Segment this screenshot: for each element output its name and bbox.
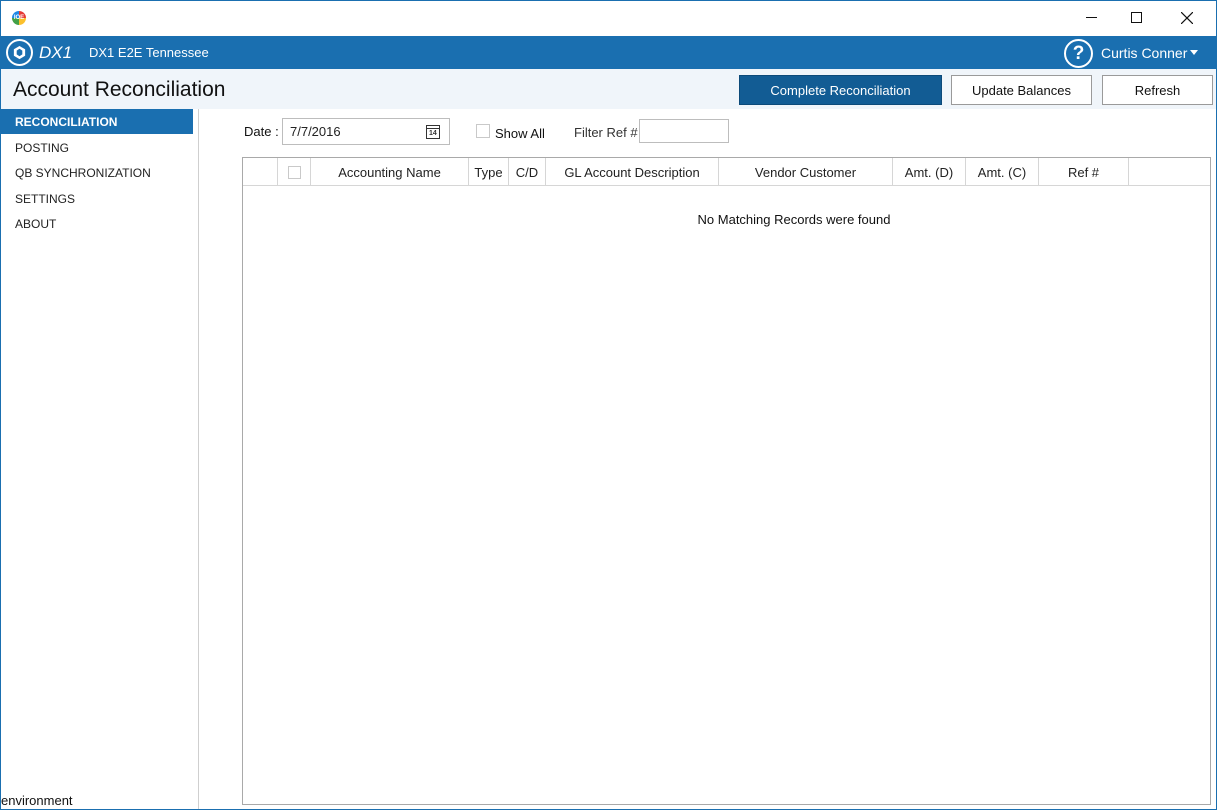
page-title: Account Reconciliation: [13, 78, 226, 101]
grid-column-select: [278, 158, 311, 186]
maximize-button[interactable]: [1113, 1, 1159, 34]
grid-column-header[interactable]: Accounting Name: [311, 158, 469, 186]
app-logo-text: DX1: [39, 43, 73, 62]
app-icon: IOE: [12, 11, 26, 25]
grid-column-header[interactable]: C/D: [509, 158, 546, 186]
grid-column-header[interactable]: Type: [469, 158, 509, 186]
maximize-icon: [1130, 12, 1142, 23]
help-icon[interactable]: ?: [1064, 39, 1093, 68]
dx1-logo-icon: [6, 39, 33, 66]
complete-reconciliation-button[interactable]: Complete Reconciliation: [739, 75, 942, 105]
title-bar: IOE: [1, 1, 1216, 36]
environment-footer: environment: [1, 793, 73, 808]
minimize-button[interactable]: [1068, 1, 1114, 34]
grid-column-header[interactable]: Vendor Customer: [719, 158, 893, 186]
date-picker-input[interactable]: 7/7/2016: [282, 118, 450, 145]
show-all-checkbox[interactable]: [476, 124, 490, 138]
app-window: IOE DX1 DX1 E2E Tennessee ? Curtis Conne…: [0, 0, 1217, 810]
calendar-icon[interactable]: 14: [426, 125, 440, 139]
reconciliation-grid: Accounting Name Type C/D GL Account Desc…: [242, 157, 1211, 805]
filter-ref-input[interactable]: [639, 119, 729, 143]
grid-column-indicator: [243, 158, 278, 186]
help-symbol: ?: [1072, 42, 1085, 64]
show-all-label[interactable]: Show All: [495, 126, 545, 141]
app-header: DX1 DX1 E2E Tennessee ? Curtis Conner: [1, 36, 1216, 69]
grid-column-header[interactable]: Amt. (D): [893, 158, 966, 186]
grid-column-header[interactable]: Ref #: [1039, 158, 1129, 186]
empty-state-message: No Matching Records were found: [697, 212, 891, 227]
sidebar-item-reconciliation[interactable]: RECONCILIATION: [1, 109, 193, 134]
date-label: Date :: [244, 124, 279, 139]
sidebar: RECONCILIATION POSTING QB SYNCHRONIZATIO…: [1, 109, 199, 809]
grid-column-header[interactable]: Amt. (C): [966, 158, 1039, 186]
app-icon-text: IOE: [13, 15, 25, 21]
grid-header: Accounting Name Type C/D GL Account Desc…: [243, 158, 1210, 186]
chevron-down-icon[interactable]: [1190, 50, 1198, 55]
sidebar-item-qb-synchronization[interactable]: QB SYNCHRONIZATION: [1, 160, 193, 185]
sidebar-item-about[interactable]: ABOUT: [1, 211, 193, 236]
environment-title: DX1 E2E Tennessee: [89, 45, 209, 60]
refresh-button[interactable]: Refresh: [1102, 75, 1213, 105]
minimize-icon: [1085, 17, 1097, 18]
close-button[interactable]: [1164, 1, 1210, 34]
filter-ref-label: Filter Ref #: [574, 125, 638, 140]
close-icon: [1181, 11, 1193, 24]
sidebar-item-posting[interactable]: POSTING: [1, 135, 193, 160]
user-menu[interactable]: Curtis Conner: [1101, 45, 1187, 61]
calendar-icon-text: 14: [429, 130, 437, 137]
page-header: Account Reconciliation Complete Reconcil…: [1, 69, 1216, 109]
sidebar-item-settings[interactable]: SETTINGS: [1, 186, 193, 211]
grid-column-header[interactable]: GL Account Description: [546, 158, 719, 186]
update-balances-button[interactable]: Update Balances: [951, 75, 1092, 105]
select-all-checkbox[interactable]: [287, 165, 301, 179]
